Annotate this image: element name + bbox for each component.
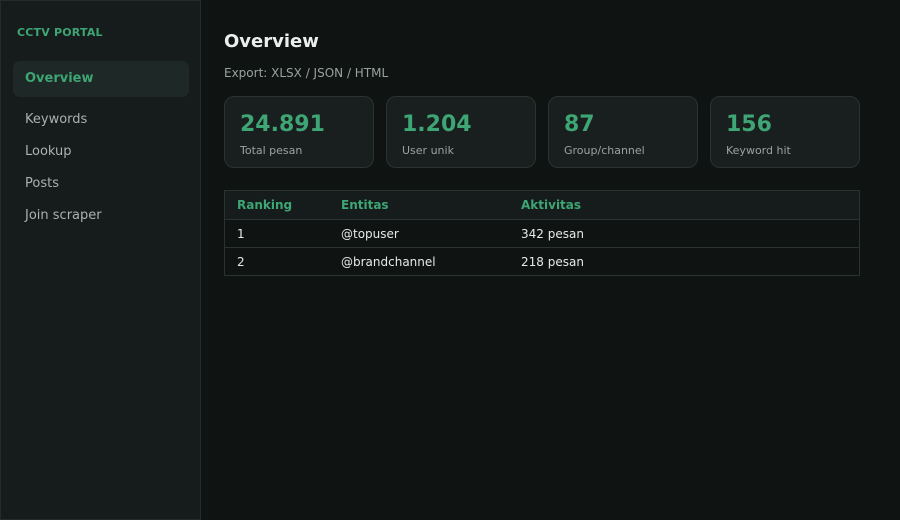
stat-value: 1.204 (402, 112, 472, 137)
main-content: Overview Export: XLSX / JSON / HTML 24.8… (201, 0, 900, 520)
sidebar: CCTV PORTAL Overview Keywords Lookup Pos… (0, 0, 201, 520)
sidebar-item-join-scraper[interactable]: Join scraper (13, 198, 189, 234)
stat-label: Group/channel (564, 144, 645, 157)
table-row[interactable]: 1 @topuser 342 pesan (225, 219, 859, 247)
table-header-row: Ranking Entitas Aktivitas (225, 191, 859, 219)
column-header-entitas: Entitas (341, 198, 389, 212)
sidebar-item-overview[interactable]: Overview (13, 61, 189, 97)
app-window: CCTV PORTAL Overview Keywords Lookup Pos… (0, 0, 900, 520)
table-cell-rank: 2 (237, 255, 245, 269)
stat-card-keyword-hit: 156 Keyword hit (710, 96, 860, 168)
stat-label: User unik (402, 144, 454, 157)
ranking-table: Ranking Entitas Aktivitas 1 @topuser 342… (224, 190, 860, 276)
table-cell-rank: 1 (237, 227, 245, 241)
brand-title: CCTV PORTAL (17, 26, 103, 39)
stat-value: 24.891 (240, 112, 325, 137)
column-header-ranking: Ranking (237, 198, 293, 212)
table-cell-entity: @brandchannel (341, 255, 436, 269)
column-header-aktivitas: Aktivitas (521, 198, 582, 212)
stat-label: Total pesan (240, 144, 303, 157)
page-title: Overview (224, 31, 319, 52)
stat-label: Keyword hit (726, 144, 791, 157)
table-cell-entity: @topuser (341, 227, 399, 241)
table-row[interactable]: 2 @brandchannel 218 pesan (225, 247, 859, 275)
sidebar-item-posts[interactable]: Posts (13, 166, 189, 202)
sidebar-item-lookup[interactable]: Lookup (13, 134, 189, 170)
export-options: Export: XLSX / JSON / HTML (224, 66, 389, 80)
stat-card-total-pesan: 24.891 Total pesan (224, 96, 374, 168)
table-cell-activity: 218 pesan (521, 255, 584, 269)
stat-card-group-channel: 87 Group/channel (548, 96, 698, 168)
sidebar-item-keywords[interactable]: Keywords (13, 102, 189, 138)
stat-value: 156 (726, 112, 772, 137)
stat-card-user-unik: 1.204 User unik (386, 96, 536, 168)
table-cell-activity: 342 pesan (521, 227, 584, 241)
stat-value: 87 (564, 112, 595, 137)
